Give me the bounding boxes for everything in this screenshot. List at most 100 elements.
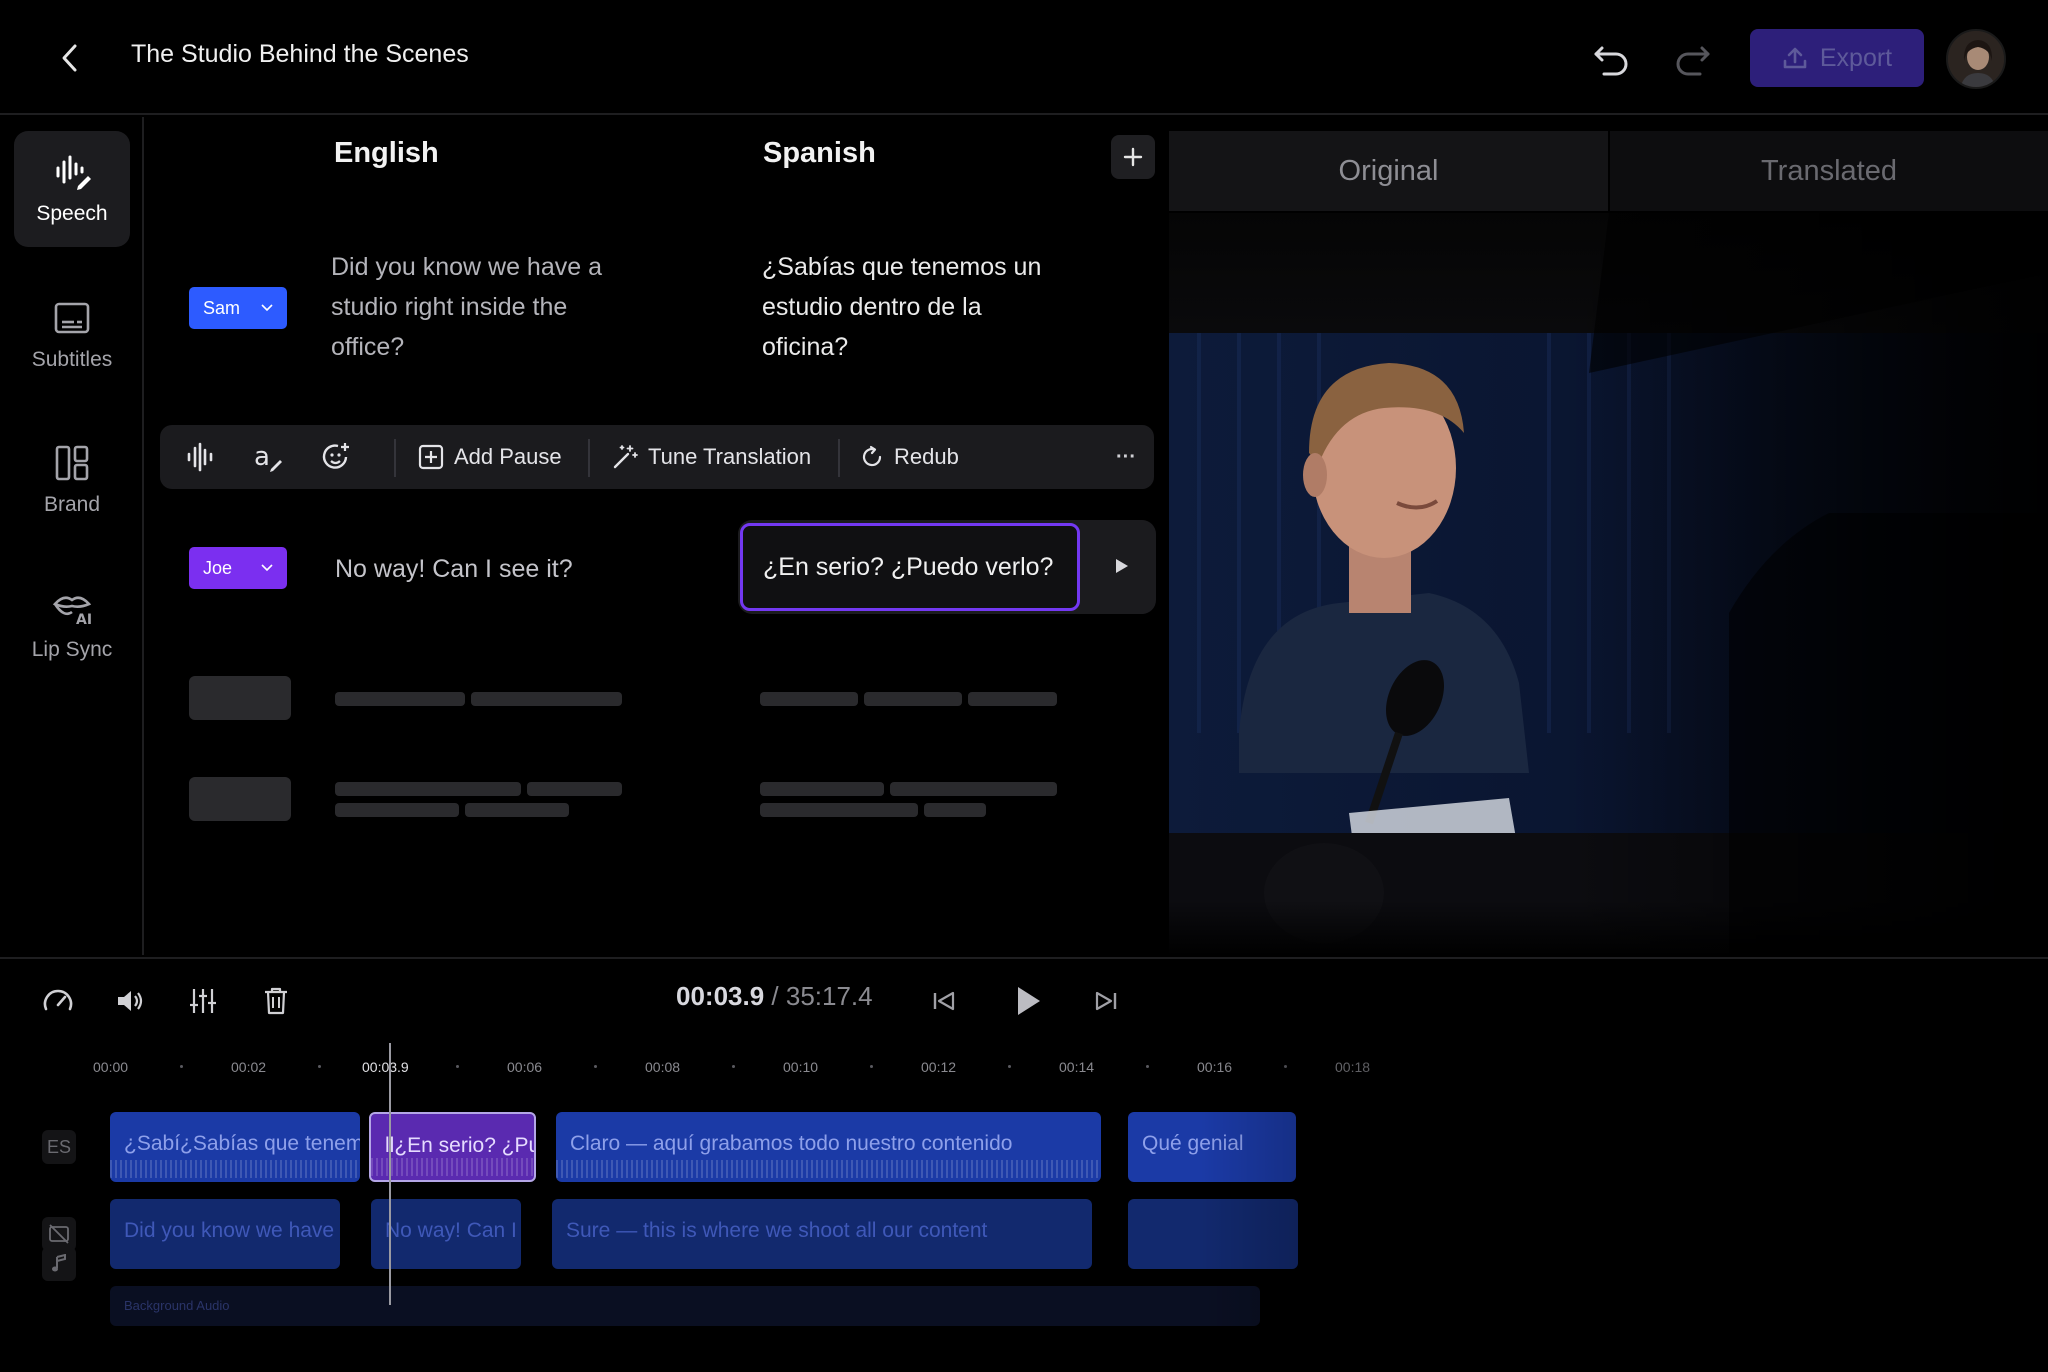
- subtitles-off-icon: [49, 1224, 69, 1244]
- play-line-button[interactable]: [1106, 551, 1136, 581]
- avatar-portrait: [1948, 31, 2004, 87]
- volume-button[interactable]: [110, 981, 150, 1021]
- speaker-select-joe[interactable]: Joe: [189, 547, 287, 589]
- timeline-fade-overlay: [1200, 1039, 2048, 1372]
- play-icon: [1116, 559, 1128, 573]
- en-clip[interactable]: Did you know we have a studio: [110, 1199, 340, 1269]
- lip-sync-ai-icon: AI: [52, 596, 92, 628]
- track-label-music: [42, 1247, 76, 1281]
- skip-forward-button[interactable]: [1086, 981, 1126, 1021]
- tune-translation-label: Tune Translation: [648, 444, 812, 469]
- speaker-select-sam[interactable]: Sam: [189, 287, 287, 329]
- music-note-icon: [52, 1254, 66, 1272]
- es-clip[interactable]: Qué genial: [1128, 1112, 1296, 1182]
- undo-icon: [1594, 46, 1628, 76]
- source-line-2[interactable]: No way! Can I see it?: [335, 549, 573, 589]
- rail-item-subtitles[interactable]: Subtitles: [14, 277, 130, 393]
- toolbar-divider: [394, 439, 396, 477]
- toolbar-divider: [588, 439, 590, 477]
- rail-item-lip-sync[interactable]: AI Lip Sync: [14, 567, 130, 683]
- tick-dot: [456, 1065, 459, 1068]
- tune-translation-button[interactable]: Tune Translation: [612, 437, 811, 477]
- user-avatar[interactable]: [1946, 29, 2006, 89]
- upload-icon: [1783, 47, 1807, 69]
- tick-dot: [732, 1065, 735, 1068]
- top-bar: The Studio Behind the Scenes Export: [0, 0, 2048, 115]
- tab-original[interactable]: Original: [1169, 131, 1608, 211]
- add-pause-label: Add Pause: [454, 444, 562, 469]
- skeleton-line: [335, 803, 459, 817]
- skip-back-button[interactable]: [924, 981, 964, 1021]
- skeleton-line: [465, 803, 569, 817]
- skeleton-line: [527, 782, 622, 796]
- tick-label: 00:12: [921, 1059, 957, 1075]
- es-clip[interactable]: ¿Sabí¿Sabías que tenemos un estudio: [110, 1112, 360, 1182]
- en-clip[interactable]: Sure — this is where we shoot all our co…: [552, 1199, 1092, 1269]
- tick-dot: [594, 1065, 597, 1068]
- volume-icon: [118, 991, 143, 1011]
- waveform-icon: [187, 442, 213, 472]
- tick-label: 00:08: [645, 1059, 681, 1075]
- tick-label: 00:18: [1335, 1059, 1371, 1075]
- redub-label: Redub: [894, 444, 959, 469]
- rail-item-brand[interactable]: Brand: [14, 422, 130, 538]
- chevron-down-icon: [261, 564, 273, 572]
- en-clip[interactable]: No way! Can I see it?: [371, 1199, 521, 1269]
- es-clip-selected[interactable]: ll¿En serio? ¿Puedo verlo?: [369, 1112, 536, 1182]
- clip-text: Did you know we have a studio: [124, 1219, 340, 1242]
- tick-label: 00:14: [1059, 1059, 1095, 1075]
- skeleton-speaker-chip: [189, 676, 291, 720]
- en-clip[interactable]: [1128, 1199, 1298, 1269]
- skeleton-line: [335, 782, 521, 796]
- chevron-left-icon: [62, 44, 77, 72]
- skeleton-line: [471, 692, 622, 706]
- clip-waveform: [556, 1160, 1101, 1178]
- delete-button[interactable]: [256, 981, 296, 1021]
- background-audio-track[interactable]: Background Audio: [110, 1286, 1260, 1326]
- clip-waveform: [110, 1160, 360, 1178]
- mixer-button[interactable]: [183, 981, 223, 1021]
- voice-settings-button[interactable]: [182, 439, 218, 475]
- playhead[interactable]: [389, 1043, 391, 1305]
- play-icon: [1018, 987, 1040, 1015]
- back-button[interactable]: [50, 38, 90, 78]
- skeleton-line: [760, 803, 918, 817]
- current-time: 00:03.9: [676, 981, 765, 1011]
- target-line-1[interactable]: ¿Sabías que tenemos un estudio dentro de…: [762, 247, 1041, 367]
- speech-waveform-icon: [56, 155, 91, 190]
- skeleton-line: [760, 782, 884, 796]
- plus-icon: [1123, 147, 1143, 167]
- more-options-button[interactable]: ···: [1116, 437, 1136, 477]
- video-frame[interactable]: [1169, 213, 2048, 955]
- emotion-button[interactable]: [318, 439, 354, 475]
- speaker-name: Joe: [203, 557, 233, 578]
- rail-item-speech[interactable]: Speech: [14, 131, 130, 247]
- tick-dot: [1284, 1065, 1287, 1068]
- skeleton-line: [335, 692, 465, 706]
- skeleton-line: [968, 692, 1057, 706]
- playback-speed-button[interactable]: [38, 981, 78, 1021]
- export-button[interactable]: Export: [1750, 29, 1924, 87]
- add-pause-button[interactable]: Add Pause: [418, 437, 562, 477]
- source-line-1[interactable]: Did you know we have a studio right insi…: [331, 247, 602, 367]
- tab-translated[interactable]: Translated: [1610, 131, 2048, 211]
- source-language-header: English: [334, 137, 439, 169]
- redub-button[interactable]: Redub: [860, 437, 959, 477]
- clip-text: Claro — aquí grabamos todo nuestro conte…: [570, 1132, 1013, 1155]
- undo-button[interactable]: [1590, 38, 1634, 78]
- redo-button[interactable]: [1670, 38, 1714, 78]
- source-line-1-text-b: studio right inside the: [331, 293, 568, 321]
- play-button[interactable]: [1006, 979, 1050, 1023]
- tool-rail: Speech Subtitles Brand AI Lip Sync: [0, 117, 144, 955]
- es-clip[interactable]: Claro — aquí grabamos todo nuestro conte…: [556, 1112, 1101, 1182]
- add-language-button[interactable]: [1111, 135, 1155, 179]
- time-readout: 00:03.9 / 35:17.4: [676, 981, 873, 1012]
- clip-text: ¿Sabí¿Sabías que tenemos un estudio: [124, 1132, 360, 1155]
- tick-label: 00:02: [231, 1059, 267, 1075]
- target-line-1-text-a: ¿Sabías que tenemos un: [762, 253, 1042, 281]
- source-line-1-text-c: office?: [331, 333, 405, 361]
- pronunciation-button[interactable]: a: [250, 439, 286, 475]
- translation-edit-field[interactable]: ¿En serio? ¿Puedo verlo?: [740, 523, 1080, 611]
- rail-label-brand: Brand: [43, 493, 101, 516]
- line-toolbar: a Add Pause Tune Translation Redub ···: [160, 425, 1154, 489]
